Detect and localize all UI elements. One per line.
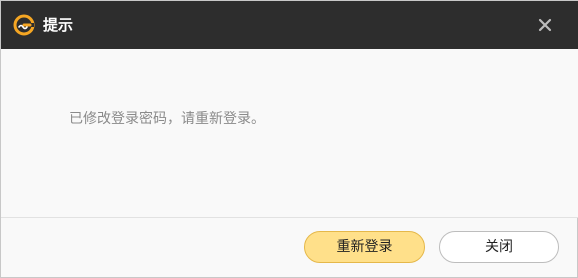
dialog-window: 提示 已修改登录密码，请重新登录。 重新登录 关闭 <box>0 0 578 278</box>
dialog-content: 已修改登录密码，请重新登录。 <box>1 49 578 217</box>
dialog-message: 已修改登录密码，请重新登录。 <box>69 111 265 127</box>
app-logo-icon <box>13 14 35 36</box>
footer-divider <box>1 217 578 218</box>
title-bar: 提示 <box>1 1 578 49</box>
close-icon[interactable] <box>533 13 557 37</box>
relogin-button[interactable]: 重新登录 <box>304 231 425 263</box>
dialog-title: 提示 <box>43 16 74 34</box>
close-button[interactable]: 关闭 <box>439 231 559 263</box>
